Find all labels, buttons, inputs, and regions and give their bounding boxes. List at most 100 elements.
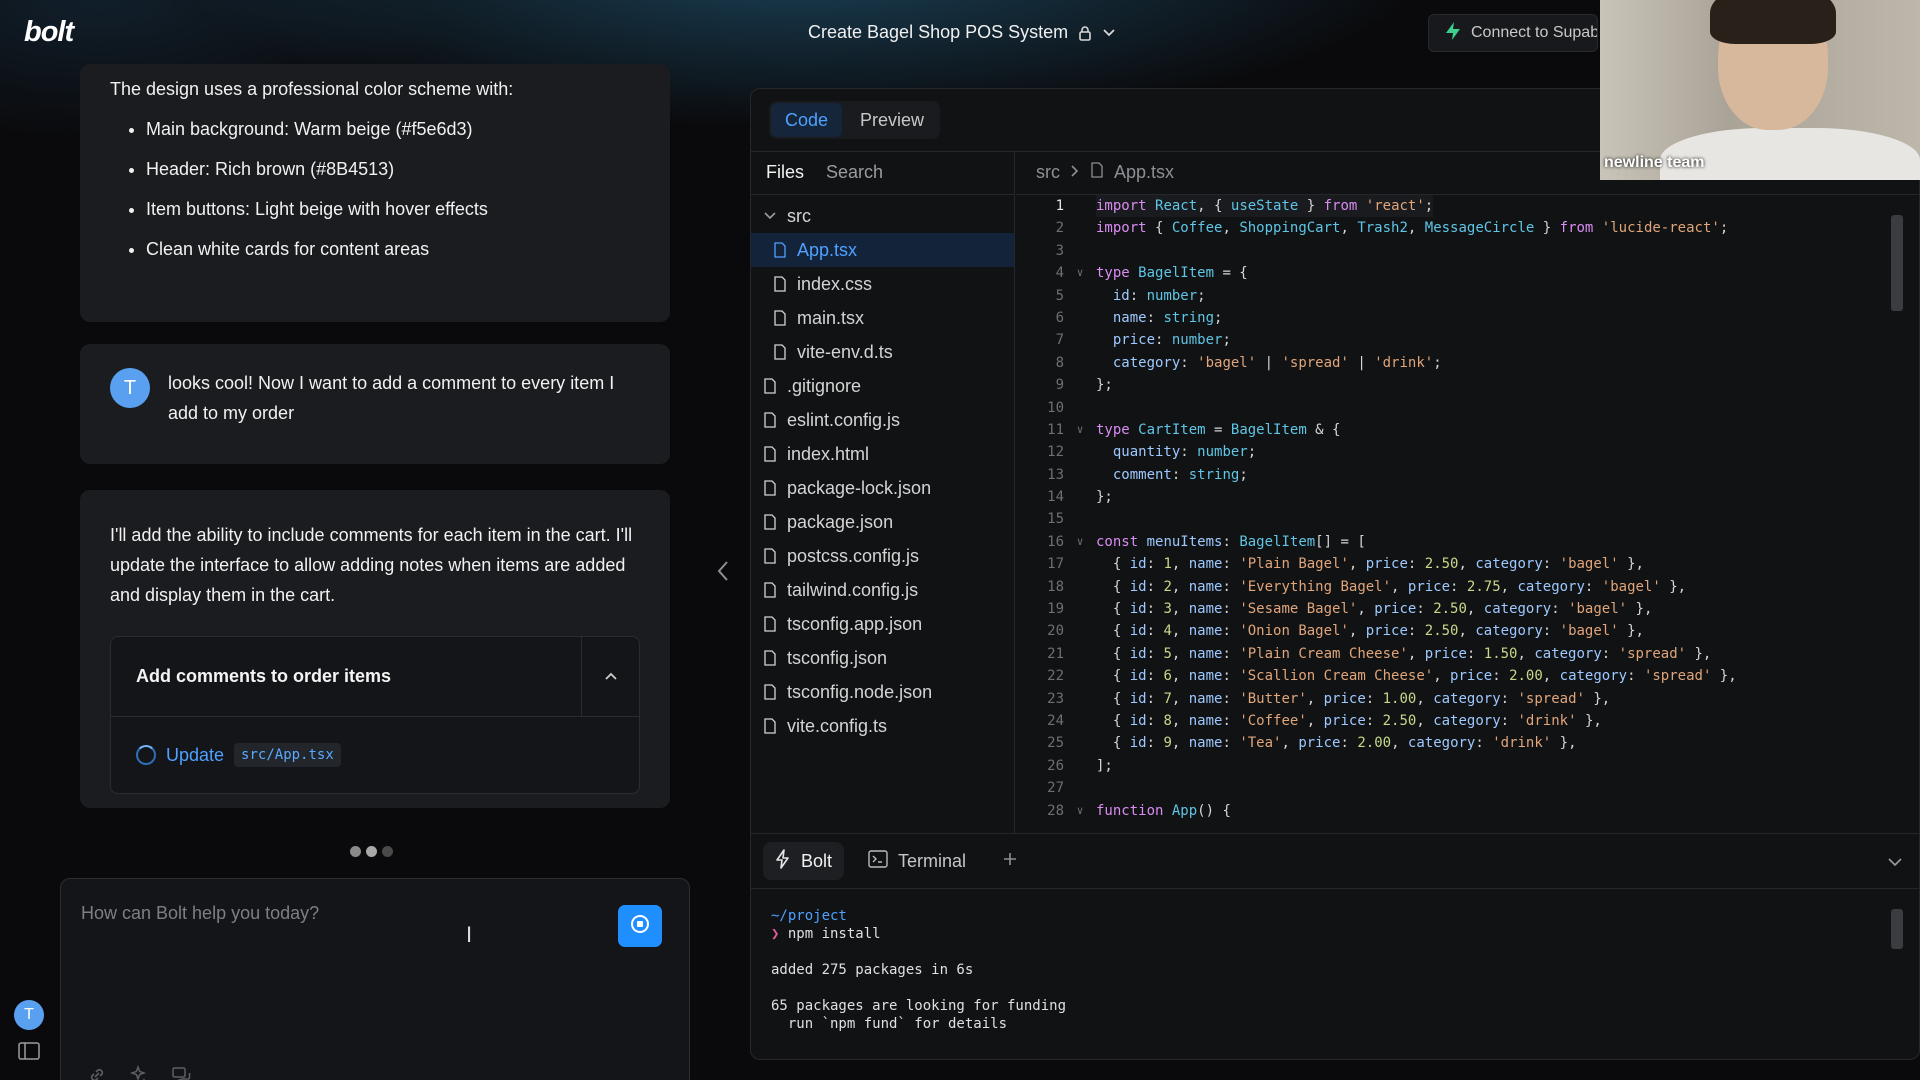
stop-generation-button[interactable] (618, 905, 662, 947)
editor-scrollbar[interactable] (1887, 195, 1905, 833)
code-line[interactable]: 28 ∨ function App() { (1016, 800, 1886, 822)
file-name: tsconfig.app.json (787, 613, 923, 634)
file-item[interactable]: package-lock.json (751, 471, 1014, 505)
artifact-card: Add comments to order items Update src/A… (110, 636, 640, 794)
code-line[interactable]: 16 ∨ const menuItems: BagelItem[] = [ (1016, 531, 1886, 553)
tab-files[interactable]: Files (766, 162, 804, 183)
file-item[interactable]: index.css (751, 267, 1014, 301)
code-line[interactable]: 20 { id: 4, name: 'Onion Bagel', price: … (1016, 620, 1886, 642)
code-editor[interactable]: 1 import React, { useState } from 'react'… (1016, 195, 1886, 833)
line-number: 27 (1047, 780, 1064, 797)
code-text: category: 'bagel' | 'spread' | 'drink'; (1112, 354, 1442, 371)
connect-supabase-button[interactable]: Connect to Supabase (1428, 14, 1598, 52)
code-line[interactable]: 24 { id: 8, name: 'Coffee', price: 2.50,… (1016, 710, 1886, 732)
file-name: vite-env.d.ts (797, 341, 893, 362)
sidebar-toggle-icon[interactable] (18, 1042, 40, 1065)
line-number: 28 (1047, 802, 1064, 819)
code-line[interactable]: 8 category: 'bagel' | 'spread' | 'drink'… (1016, 352, 1886, 374)
list-item: Main background: Warm beige (#f5e6d3) (146, 116, 640, 142)
artifact-header[interactable]: Add comments to order items (111, 637, 639, 717)
code-line[interactable]: 21 { id: 5, name: 'Plain Cream Cheese', … (1016, 643, 1886, 665)
chat-input-box[interactable]: How can Bolt help you today? (60, 878, 690, 1080)
message-intro: The design uses a professional color sch… (110, 79, 514, 99)
file-item[interactable]: tsconfig.app.json (751, 607, 1014, 641)
code-line[interactable]: 3 (1016, 240, 1886, 262)
enhance-prompt-icon[interactable] (129, 1064, 149, 1080)
file-item[interactable]: tsconfig.node.json (751, 675, 1014, 709)
code-line[interactable]: 9}; (1016, 374, 1886, 396)
file-item[interactable]: package.json (751, 505, 1014, 539)
code-line[interactable]: 19 { id: 3, name: 'Sesame Bagel', price:… (1016, 598, 1886, 620)
webcam-name-label: newline team (1604, 154, 1705, 171)
file-item[interactable]: postcss.config.js (751, 539, 1014, 573)
line-number: 2 (1055, 220, 1064, 237)
add-terminal-button[interactable] (990, 842, 1030, 880)
code-line[interactable]: 14}; (1016, 486, 1886, 508)
code-line[interactable]: 6 name: string; (1016, 307, 1886, 329)
tab-bolt[interactable]: Bolt (763, 842, 845, 880)
bolt-logo[interactable]: bolt (24, 16, 74, 49)
discuss-icon[interactable] (171, 1065, 193, 1080)
file-item[interactable]: .gitignore (751, 369, 1014, 403)
editor-scroll-thumb[interactable] (1891, 215, 1903, 311)
tab-code[interactable]: Code (771, 103, 843, 137)
file-item[interactable]: vite-env.d.ts (751, 335, 1014, 369)
plus-icon (1002, 851, 1018, 872)
folder-item[interactable]: src (751, 199, 1014, 233)
file-item[interactable]: tailwind.config.js (751, 573, 1014, 607)
collapse-chat-icon[interactable] (716, 560, 730, 587)
code-line[interactable]: 15 (1016, 508, 1886, 530)
tab-terminal[interactable]: Terminal (856, 842, 978, 880)
code-line[interactable]: 25 { id: 9, name: 'Tea', price: 2.00, ca… (1016, 732, 1886, 754)
action-file-chip[interactable]: src/App.tsx (234, 743, 341, 767)
code-line[interactable]: 11 ∨ type CartItem = BagelItem & { (1016, 419, 1886, 441)
terminal-scroll-thumb[interactable] (1891, 909, 1903, 949)
code-line[interactable]: 7 price: number; (1016, 329, 1886, 351)
code-text: name: string; (1112, 309, 1223, 326)
collapse-panel-button[interactable] (1887, 854, 1903, 872)
code-line[interactable]: 13 comment: string; (1016, 464, 1886, 486)
code-line[interactable]: 22 { id: 6, name: 'Scallion Cream Cheese… (1016, 665, 1886, 687)
tab-preview[interactable]: Preview (846, 103, 938, 137)
file-item[interactable]: index.html (751, 437, 1014, 471)
fold-toggle-icon[interactable]: ∨ (1064, 419, 1096, 441)
line-number: 3 (1055, 242, 1064, 259)
file-item[interactable]: main.tsx (751, 301, 1014, 335)
fold-toggle-icon[interactable]: ∨ (1064, 800, 1096, 822)
code-line[interactable]: 1 import React, { useState } from 'react'… (1016, 195, 1886, 218)
file-item[interactable]: tsconfig.json (751, 641, 1014, 675)
supabase-label: Connect to Supabase (1471, 24, 1597, 41)
fold-toggle-icon[interactable]: ∨ (1064, 262, 1096, 284)
file-item[interactable]: App.tsx (751, 233, 1014, 267)
code-line[interactable]: 17 { id: 1, name: 'Plain Bagel', price: … (1016, 553, 1886, 575)
file-item[interactable]: eslint.config.js (751, 403, 1014, 437)
code-line[interactable]: 10 (1016, 397, 1886, 419)
code-line[interactable]: 4 ∨ type BagelItem = { (1016, 262, 1886, 284)
breadcrumb-file[interactable]: App.tsx (1114, 162, 1174, 183)
code-line[interactable]: 23 { id: 7, name: 'Butter', price: 1.00,… (1016, 688, 1886, 710)
color-scheme-list: Main background: Warm beige (#f5e6d3) He… (110, 116, 640, 262)
fold-toggle-icon[interactable]: ∨ (1064, 531, 1096, 553)
bottom-panel-tabs: Bolt Terminal (751, 833, 1919, 889)
artifact-title: Add comments to order items (136, 666, 392, 686)
attach-link-icon[interactable] (87, 1065, 107, 1080)
code-line[interactable]: 12 quantity: number; (1016, 441, 1886, 463)
list-item: Clean white cards for content areas (146, 236, 640, 262)
code-line[interactable]: 27 (1016, 777, 1886, 799)
artifact-collapse-button[interactable] (581, 637, 639, 717)
file-item[interactable]: vite.config.ts (751, 709, 1014, 743)
breadcrumb-folder[interactable]: src (1036, 162, 1060, 183)
code-line[interactable]: 2 import { Coffee, ShoppingCart, Trash2, … (1016, 217, 1886, 239)
terminal-output[interactable]: ~/project ❯ npm install added 275 packages… (751, 889, 1891, 1059)
code-line[interactable]: 5 id: number; (1016, 285, 1886, 307)
account-avatar[interactable]: T (14, 1000, 44, 1030)
project-title-dropdown[interactable]: Create Bagel Shop POS System (808, 22, 1116, 43)
chat-input-placeholder[interactable]: How can Bolt help you today? (81, 903, 319, 924)
file-icon (763, 412, 777, 428)
line-number: 25 (1047, 735, 1064, 752)
assistant-message-text: I'll add the ability to include comments… (110, 525, 633, 605)
code-line[interactable]: 18 { id: 2, name: 'Everything Bagel', pr… (1016, 576, 1886, 598)
code-line[interactable]: 26]; (1016, 755, 1886, 777)
tab-search[interactable]: Search (826, 162, 883, 183)
terminal-scrollbar[interactable] (1887, 889, 1905, 1059)
